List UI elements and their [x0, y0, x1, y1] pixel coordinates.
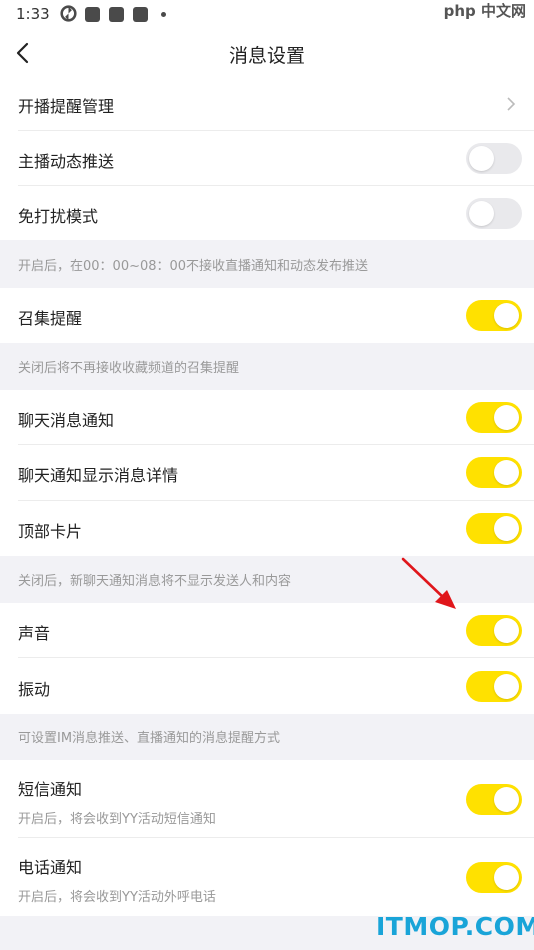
anchor-push-row: 主播动态推送	[0, 131, 534, 186]
notification-icon	[85, 7, 100, 22]
notification-icon	[133, 7, 148, 22]
vibrate-toggle[interactable]	[466, 671, 522, 702]
toggle-knob	[494, 460, 519, 485]
sound-toggle[interactable]	[466, 615, 522, 646]
anchor-push-label: 主播动态推送	[18, 152, 115, 171]
toggle-knob	[469, 146, 494, 171]
phone-label: 电话通知	[18, 858, 83, 877]
vibrate-label: 振动	[18, 680, 51, 699]
toggle-knob	[494, 618, 519, 643]
toggle-knob	[494, 865, 519, 890]
phone-row: 电话通知 开启后，将会收到YY活动外呼电话	[0, 838, 534, 916]
toggle-knob	[494, 516, 519, 541]
chat-detail-toggle[interactable]	[466, 457, 522, 488]
sms-row: 短信通知 开启后，将会收到YY活动短信通知	[0, 760, 534, 838]
status-bar: 1:33 php 中文网	[0, 0, 534, 28]
live-reminder-row[interactable]: 开播提醒管理	[0, 78, 534, 131]
top-card-label: 顶部卡片	[18, 522, 83, 541]
summon-label: 召集提醒	[18, 309, 83, 328]
toggle-knob	[494, 303, 519, 328]
nav-header: 消息设置	[0, 28, 534, 78]
page-title: 消息设置	[228, 45, 305, 67]
dnd-toggle[interactable]	[466, 198, 522, 229]
im-note: 可设置IM消息推送、直播通知的消息提醒方式	[18, 731, 281, 746]
top-card-toggle[interactable]	[466, 513, 522, 544]
sync-icon	[60, 5, 77, 22]
sms-toggle[interactable]	[466, 784, 522, 815]
sound-label: 声音	[18, 624, 51, 643]
status-time: 1:33	[16, 5, 50, 23]
dnd-row: 免打扰模式	[0, 186, 534, 240]
toggle-knob	[494, 674, 519, 699]
anchor-push-toggle[interactable]	[466, 143, 522, 174]
chat-detail-label: 聊天通知显示消息详情	[18, 466, 179, 485]
more-notifications-dot	[161, 12, 166, 17]
sms-label: 短信通知	[18, 780, 83, 799]
chat-detail-row: 聊天通知显示消息详情	[0, 445, 534, 501]
toggle-knob	[469, 201, 494, 226]
chat-note: 关闭后，新聊天通知消息将不显示发送人和内容	[18, 574, 292, 589]
chat-notify-label: 聊天消息通知	[18, 411, 115, 430]
notification-icon	[109, 7, 124, 22]
phone-sub: 开启后，将会收到YY活动外呼电话	[18, 890, 216, 905]
dnd-note: 开启后，在00：00~08：00不接收直播通知和动态发布推送	[18, 259, 369, 274]
watermark-itmop: ITMOP.COM	[376, 912, 534, 941]
top-card-row: 顶部卡片	[0, 501, 534, 556]
phone-toggle[interactable]	[466, 862, 522, 893]
sms-sub: 开启后，将会收到YY活动短信通知	[18, 812, 216, 827]
chevron-right-icon	[507, 97, 516, 111]
annotation-arrow-icon	[401, 557, 456, 609]
toggle-knob	[494, 405, 519, 430]
summon-row: 召集提醒	[0, 288, 534, 343]
chat-notify-row: 聊天消息通知	[0, 390, 534, 445]
watermark-php: php 中文网	[443, 2, 526, 20]
live-reminder-label: 开播提醒管理	[18, 97, 115, 116]
vibrate-row: 振动	[0, 658, 534, 714]
sound-row: 声音	[0, 603, 534, 658]
toggle-knob	[494, 787, 519, 812]
summon-toggle[interactable]	[466, 300, 522, 331]
dnd-label: 免打扰模式	[18, 207, 99, 226]
summon-note: 关闭后将不再接收收藏频道的召集提醒	[18, 361, 240, 376]
chat-notify-toggle[interactable]	[466, 402, 522, 433]
